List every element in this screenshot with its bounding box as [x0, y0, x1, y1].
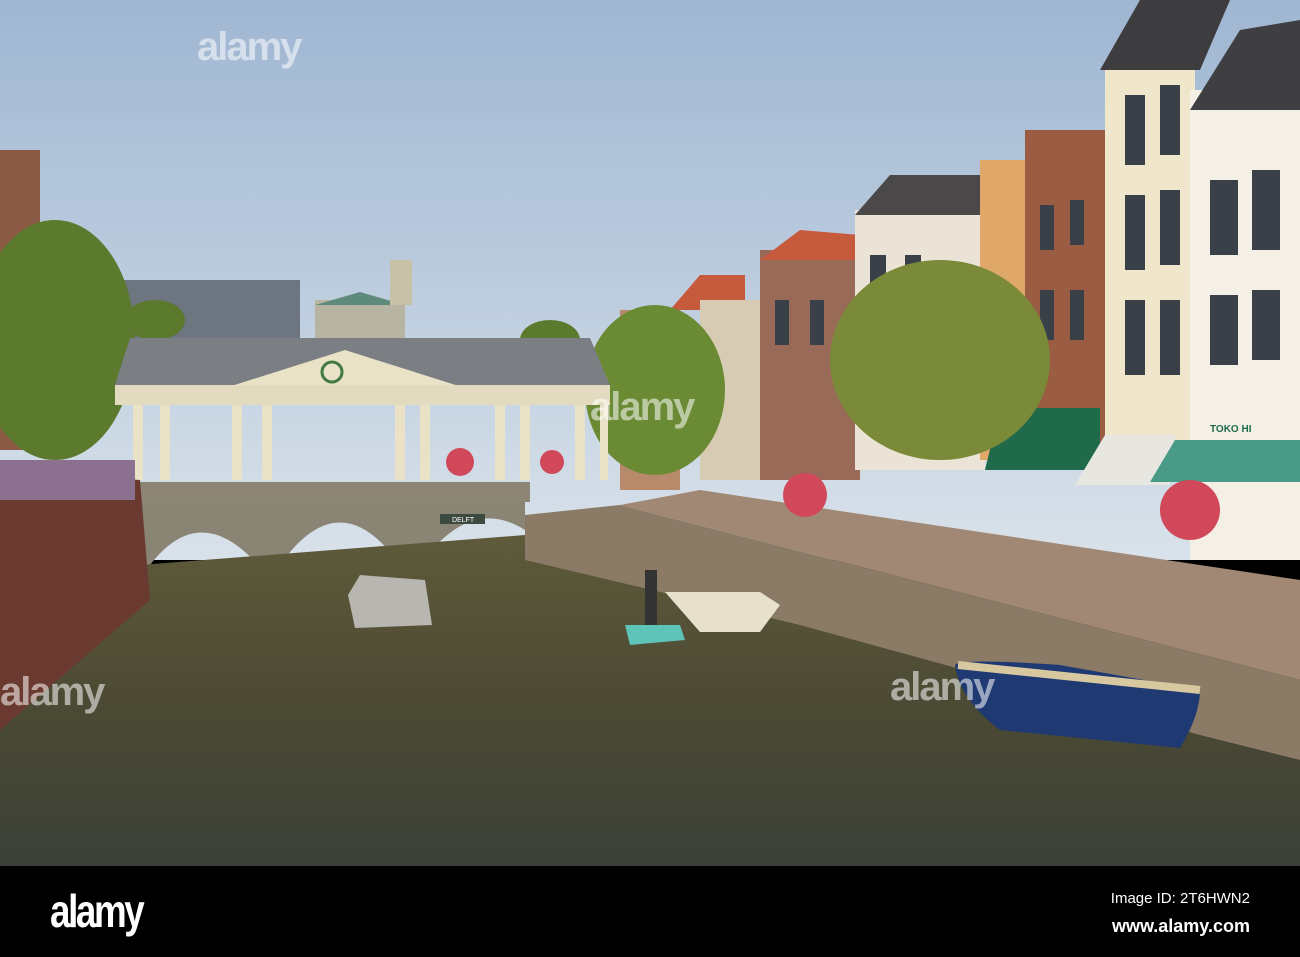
- alamy-logo: alamy: [50, 885, 145, 937]
- canal-scene: TOKO HI DELFT: [0, 0, 1300, 866]
- image-id: Image ID: 2T6HWN2: [1110, 890, 1250, 907]
- watermark: alamy: [197, 25, 302, 69]
- shop-sign: TOKO HI: [1210, 424, 1252, 435]
- website-link[interactable]: www.alamy.com: [1112, 916, 1250, 937]
- watermark: alamy: [890, 665, 995, 709]
- stock-photo: TOKO HI DELFT alamy alamy alamy alamy al…: [0, 0, 1300, 957]
- watermark: alamy: [0, 670, 105, 714]
- boat-name-sign: DELFT: [452, 517, 475, 524]
- teal-awning: [1150, 440, 1300, 482]
- watermark: alamy: [590, 385, 695, 429]
- parasol: [0, 460, 135, 500]
- footer-bar: alamy Image ID: 2T6HWN2 www.alamy.com: [0, 866, 1300, 957]
